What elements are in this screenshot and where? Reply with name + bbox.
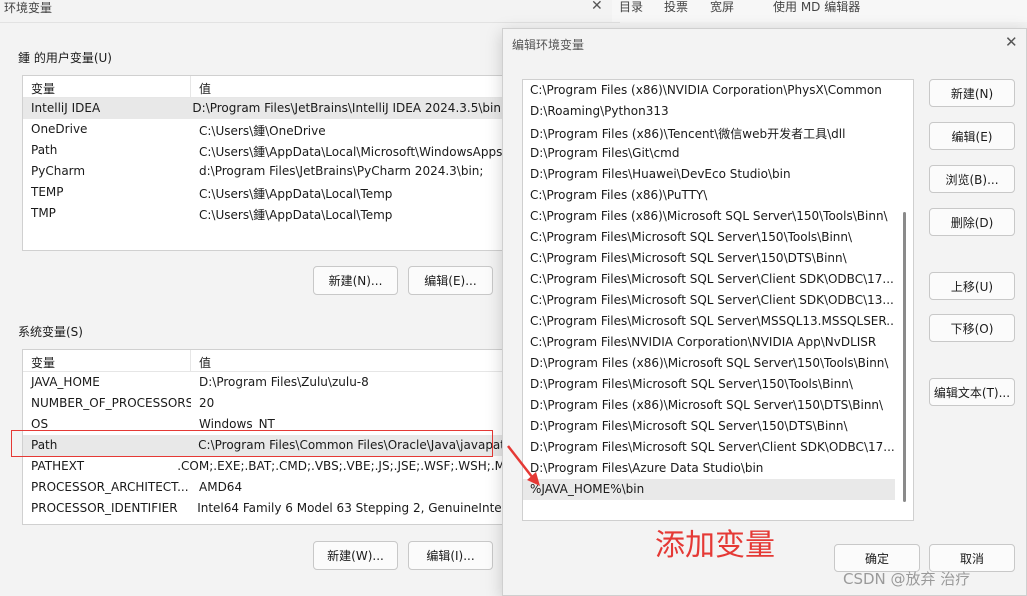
variable-value: C:\Users\鍾\AppData\Local\Temp xyxy=(199,187,393,201)
path-entry[interactable]: D:\Program Files (x86)\Microsoft SQL Ser… xyxy=(523,353,895,374)
annotation-text: 添加变量 xyxy=(655,528,775,563)
table-row[interactable]: PROCESSOR_IDENTIFIER Intel64 Family 6 Mod… xyxy=(23,498,505,519)
variable-value: D:\Program Files\JetBrains\IntelliJ IDEA… xyxy=(192,101,505,115)
path-entry[interactable]: C:\Program Files (x86)\Microsoft SQL Ser… xyxy=(523,206,895,227)
path-entry[interactable]: C:\Program Files\Microsoft SQL Server\MS… xyxy=(523,311,895,332)
path-entry[interactable]: D:\Program Files\Microsoft SQL Server\Cl… xyxy=(523,437,895,458)
scrollbar[interactable] xyxy=(903,212,906,502)
system-variables-label: 系统变量(S) xyxy=(18,325,83,339)
variable-value: C:\Users\鍾\AppData\Local\Temp xyxy=(199,208,393,222)
annotation-arrow-icon xyxy=(507,445,540,486)
variable-name: Path xyxy=(31,143,58,157)
variable-name: TMP xyxy=(31,206,56,220)
system-list-header: 变量 值 xyxy=(23,350,505,372)
variable-name: OneDrive xyxy=(31,122,88,136)
variable-value: d:\Program Files\JetBrains\PyCharm 2024.… xyxy=(199,164,484,178)
path-entry[interactable]: D:\Program Files\Microsoft SQL Server\15… xyxy=(523,374,895,395)
toolbar-item-md-editor[interactable]: 使用 MD 编辑器 xyxy=(773,0,860,15)
variable-value: C:\Users\鍾\AppData\Local\Microsoft\Windo… xyxy=(199,145,503,159)
toolbar-item-vote[interactable]: 投票 xyxy=(664,0,688,15)
system-edit-button[interactable]: 编辑(I)... xyxy=(408,541,493,570)
user-variables-label: 鍾 的用户变量(U) xyxy=(18,51,112,65)
delete-button[interactable]: 删除(D) xyxy=(929,208,1015,236)
path-entries-list[interactable]: C:\Program Files (x86)\NVIDIA Corporatio… xyxy=(522,79,914,521)
path-entry[interactable]: C:\Program Files\Microsoft SQL Server\Cl… xyxy=(523,290,895,311)
column-header-value[interactable]: 值 xyxy=(191,350,211,371)
edit-text-button[interactable]: 编辑文本(T)... xyxy=(929,378,1015,406)
user-edit-button[interactable]: 编辑(E)... xyxy=(408,266,493,295)
watermark: CSDN @放弃 治疗 xyxy=(843,570,971,588)
close-icon[interactable]: ✕ xyxy=(1005,33,1018,51)
variable-value: Intel64 Family 6 Model 63 Stepping 2, Ge… xyxy=(197,501,505,515)
table-row[interactable]: NUMBER_OF_PROCESSORS 20 xyxy=(23,393,505,414)
table-row[interactable]: TMP C:\Users\鍾\AppData\Local\Temp xyxy=(23,203,505,224)
env-window-title: 环境变量 xyxy=(4,1,53,15)
variable-name: NUMBER_OF_PROCESSORS xyxy=(31,396,191,410)
page-toolbar-strip: 目录 投票 宽屏 使用 MD 编辑器 xyxy=(612,0,1027,22)
table-row[interactable]: OneDrive C:\Users\鍾\OneDrive xyxy=(23,119,505,140)
column-header-value[interactable]: 值 xyxy=(191,76,211,97)
path-entry[interactable]: C:\Program Files\Microsoft SQL Server\15… xyxy=(523,248,895,269)
variable-name: IntelliJ IDEA xyxy=(31,101,101,115)
system-new-button[interactable]: 新建(W)... xyxy=(313,541,398,570)
path-entry[interactable]: C:\Program Files (x86)\NVIDIA Corporatio… xyxy=(523,80,895,101)
dialog-title: 编辑环境变量 xyxy=(512,38,585,52)
column-header-variable[interactable]: 变量 xyxy=(23,350,191,371)
table-row[interactable]: TEMP C:\Users\鍾\AppData\Local\Temp xyxy=(23,182,505,203)
variable-name: PROCESSOR_IDENTIFIER xyxy=(31,501,178,515)
table-row[interactable]: PyCharm d:\Program Files\JetBrains\PyChar… xyxy=(23,161,505,182)
path-entry[interactable]: C:\Program Files (x86)\PuTTY\ xyxy=(523,185,895,206)
user-variables-list[interactable]: 变量 值 IntelliJ IDEA D:\Program Files\JetBr… xyxy=(22,75,506,251)
edit-button[interactable]: 编辑(E) xyxy=(929,122,1015,150)
variable-value: AMD64 xyxy=(199,480,243,494)
move-up-button[interactable]: 上移(U) xyxy=(929,272,1015,300)
toolbar-item-toc[interactable]: 目录 xyxy=(619,0,643,15)
path-highlight-box xyxy=(11,430,493,457)
variable-value: .COM;.EXE;.BAT;.CMD;.VBS;.VBE;.JS;.JSE;.… xyxy=(177,459,505,473)
path-entry[interactable]: C:\Program Files\NVIDIA Corporation\NVID… xyxy=(523,332,895,353)
user-list-header: 变量 值 xyxy=(23,76,505,98)
path-entry[interactable]: D:\Roaming\Python313 xyxy=(523,101,895,122)
variable-value: C:\Users\鍾\OneDrive xyxy=(199,124,326,138)
table-row[interactable]: Path C:\Users\鍾\AppData\Local\Microsoft\W… xyxy=(23,140,505,161)
path-entry[interactable]: D:\Program Files\Microsoft SQL Server\15… xyxy=(523,416,895,437)
variable-name: TEMP xyxy=(31,185,64,199)
path-entry[interactable]: C:\Program Files\Microsoft SQL Server\15… xyxy=(523,227,895,248)
title-divider xyxy=(0,22,620,23)
move-down-button[interactable]: 下移(O) xyxy=(929,314,1015,342)
variable-name: PROCESSOR_ARCHITECT... xyxy=(31,480,189,494)
variable-name: JAVA_HOME xyxy=(31,375,100,389)
path-entry[interactable]: D:\Program Files (x86)\Microsoft SQL Ser… xyxy=(523,395,895,416)
path-entry[interactable]: D:\Program Files\Azure Data Studio\bin xyxy=(523,458,895,479)
column-header-variable[interactable]: 变量 xyxy=(23,76,191,97)
toolbar-item-widescreen[interactable]: 宽屏 xyxy=(710,0,734,15)
table-row[interactable]: PATHEXT .COM;.EXE;.BAT;.CMD;.VBS;.VBE;.JS… xyxy=(23,456,505,477)
path-entry[interactable]: C:\Program Files\Microsoft SQL Server\Cl… xyxy=(523,269,895,290)
variable-value: D:\Program Files\Zulu\zulu-8 xyxy=(199,375,369,389)
table-row[interactable]: IntelliJ IDEA D:\Program Files\JetBrains\… xyxy=(23,98,505,119)
variable-name: PATHEXT xyxy=(31,459,85,473)
variable-name: PyCharm xyxy=(31,164,86,178)
close-icon[interactable]: ✕ xyxy=(591,0,603,14)
table-row[interactable]: JAVA_HOME D:\Program Files\Zulu\zulu-8 xyxy=(23,372,505,393)
path-entry[interactable]: D:\Program Files (x86)\Tencent\微信web开发者工… xyxy=(523,122,895,143)
table-row[interactable]: PROCESSOR_ARCHITECT... AMD64 xyxy=(23,477,505,498)
path-entry[interactable]: D:\Program Files\Git\cmd xyxy=(523,143,895,164)
browse-button[interactable]: 浏览(B)... xyxy=(929,165,1015,193)
path-entry[interactable]: %JAVA_HOME%\bin xyxy=(523,479,895,500)
path-entry[interactable]: D:\Program Files\Huawei\DevEco Studio\bi… xyxy=(523,164,895,185)
edit-env-variable-dialog: 编辑环境变量 ✕ C:\Program Files (x86)\NVIDIA C… xyxy=(502,28,1027,596)
variable-value: 20 xyxy=(199,396,215,410)
new-button[interactable]: 新建(N) xyxy=(929,79,1015,107)
user-new-button[interactable]: 新建(N)... xyxy=(313,266,398,295)
